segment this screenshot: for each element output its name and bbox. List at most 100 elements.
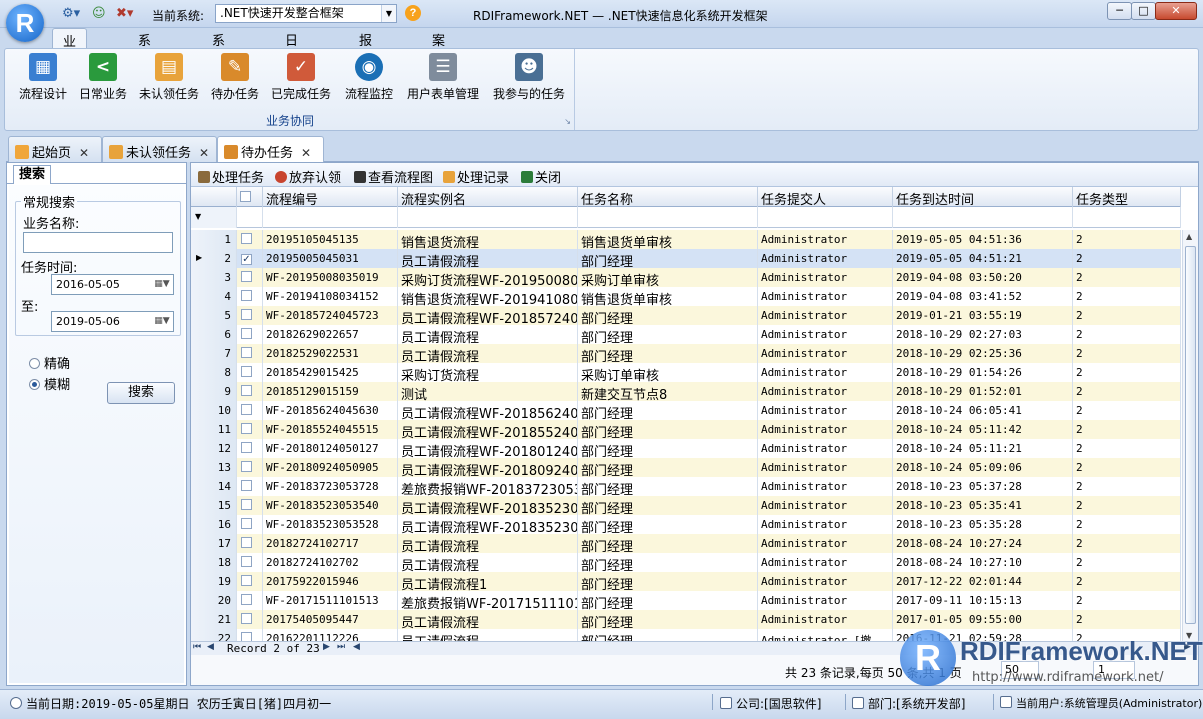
table-row[interactable]: 13 WF-20180924050905 员工请假流程WF-201809240...… [191, 458, 1181, 477]
page-size-select[interactable]: 50 [1001, 661, 1039, 679]
help-icon[interactable]: ? [405, 5, 421, 21]
row-checkbox[interactable] [237, 306, 263, 325]
row-checkbox[interactable] [237, 591, 263, 610]
view-flowchart-button[interactable]: 查看流程图 [354, 167, 433, 186]
row-checkbox[interactable] [237, 382, 263, 401]
table-row[interactable]: 3 WF-20195008035019 采购订货流程WF-201950080... 采… [191, 268, 1181, 287]
row-checkbox[interactable] [237, 439, 263, 458]
menu-tab-daily[interactable]: 日常管理 [275, 28, 308, 106]
tools-icon[interactable]: ✖▾ [116, 6, 133, 21]
table-row[interactable]: 15 WF-20183523053540 员工请假流程WF-201835230...… [191, 496, 1181, 515]
my-tasks-button[interactable]: ☻ 我参与的任务 [489, 51, 569, 107]
column-header[interactable]: 流程实例名 [398, 187, 578, 208]
row-checkbox[interactable] [237, 287, 263, 306]
search-tab[interactable]: 搜索 [13, 165, 51, 184]
prev-record-icon[interactable]: ◀ [207, 642, 214, 652]
menu-tab-cases[interactable]: 案例模块 [422, 28, 455, 106]
tab-start-page[interactable]: 起始页 ✕ [8, 136, 102, 162]
table-row[interactable]: 12 WF-20180124050127 员工请假流程WF-201801240...… [191, 439, 1181, 458]
row-checkbox[interactable]: ✓ [237, 249, 263, 268]
table-row[interactable]: 9 20185129015159 测试 新建交互节点8 Administrator 201… [191, 382, 1181, 401]
page-input[interactable]: 1 [1093, 661, 1135, 679]
table-row[interactable]: 21 20175405095447 员工请假流程 部门经理 Administrator 2… [191, 610, 1181, 629]
current-system-select[interactable]: .NET快速开发整合框架 ▼ [215, 4, 397, 23]
hscroll-left-icon[interactable]: ◀ [353, 642, 360, 652]
date-from-picker[interactable]: 2016-05-05 ▦▼ [51, 274, 174, 295]
daily-business-button[interactable]: < 日常业务 [75, 51, 131, 107]
row-checkbox[interactable] [237, 572, 263, 591]
column-header[interactable]: 任务类型 [1073, 187, 1181, 208]
column-header[interactable]: 任务名称 [578, 187, 758, 208]
table-row[interactable]: 22 20162201112226员工请假流程部门经理Administrator … [191, 629, 1181, 641]
row-checkbox[interactable] [237, 325, 263, 344]
table-row[interactable]: 4 WF-20194108034152 销售退货流程WF-201941080... 销… [191, 287, 1181, 306]
row-checkbox[interactable] [237, 458, 263, 477]
table-row[interactable]: 5 WF-20185724045723 员工请假流程WF-201857240... 部… [191, 306, 1181, 325]
menu-tab-reports[interactable]: 报表中心 [349, 28, 382, 106]
select-all-checkbox[interactable] [237, 187, 263, 207]
row-checkbox[interactable] [237, 401, 263, 420]
user-form-button[interactable]: ☰ 用户表单管理 [403, 51, 483, 107]
calendar-icon[interactable]: ▦▼ [151, 275, 173, 294]
calendar-icon[interactable]: ▦▼ [151, 312, 173, 331]
flow-monitor-button[interactable]: ◉ 流程监控 [341, 51, 397, 107]
menu-tab-system-config[interactable]: 系统配置 [202, 28, 235, 106]
search-button[interactable]: 搜索 [107, 382, 175, 404]
process-record-button[interactable]: 处理记录 [443, 167, 509, 186]
business-name-input[interactable] [23, 232, 173, 253]
last-record-icon[interactable]: ⏭ [337, 642, 345, 652]
tab-unclaimed-tasks[interactable]: 未认领任务 ✕ [102, 136, 217, 162]
row-checkbox[interactable] [237, 610, 263, 629]
app-logo[interactable]: R [6, 4, 44, 42]
row-checkbox[interactable] [237, 268, 263, 287]
table-row[interactable]: 19 20175922015946 员工请假流程1 部门经理 Administrator… [191, 572, 1181, 591]
completed-task-button[interactable]: ✓ 已完成任务 [268, 51, 334, 107]
abandon-claim-button[interactable]: 放弃认领 [275, 167, 341, 186]
table-row[interactable]: 6 20182629022657 员工请假流程 部门经理 Administrator 20… [191, 325, 1181, 344]
row-checkbox[interactable] [237, 629, 263, 641]
column-header[interactable]: 任务到达时间 [893, 187, 1073, 208]
users-icon[interactable]: ☺ [92, 6, 106, 21]
row-checkbox[interactable] [237, 496, 263, 515]
menu-tab-system-management[interactable]: 系统管理 [128, 28, 161, 106]
dialog-launcher-icon[interactable]: ↘ [564, 117, 571, 126]
row-checkbox[interactable] [237, 515, 263, 534]
close-button[interactable]: ✕ [1155, 2, 1197, 20]
table-row[interactable]: 2 ▶ ✓ 20195005045031 员工请假流程 部门经理 Administrator… [191, 249, 1181, 268]
table-row[interactable]: 8 20185429015425 采购订货流程 采购订单审核 Administrator… [191, 363, 1181, 382]
close-tab-icon[interactable]: ✕ [199, 146, 209, 160]
row-checkbox[interactable] [237, 477, 263, 496]
table-row[interactable]: 1 20195105045135 销售退货流程 销售退货单审核 Administrato… [191, 230, 1181, 249]
row-checkbox[interactable] [237, 534, 263, 553]
maximize-button[interactable]: □ [1131, 2, 1156, 20]
table-row[interactable]: 16 WF-20183523053528 员工请假流程WF-201835230...… [191, 515, 1181, 534]
exact-radio[interactable]: 精确 [29, 353, 70, 372]
first-record-icon[interactable]: ⏮ [193, 642, 201, 652]
row-checkbox[interactable] [237, 363, 263, 382]
table-row[interactable]: 18 20182724102702 员工请假流程 部门经理 Administrator 2… [191, 553, 1181, 572]
next-record-icon[interactable]: ▶ [323, 642, 330, 652]
filter-row[interactable]: ▼ [191, 207, 1181, 228]
table-row[interactable]: 10 WF-20185624045630 员工请假流程WF-201856240...… [191, 401, 1181, 420]
close-tab-icon[interactable]: ✕ [301, 146, 311, 160]
column-header[interactable]: 任务提交人 [758, 187, 893, 208]
todo-task-button[interactable]: ✎ 待办任务 [208, 51, 262, 107]
unclaimed-task-button[interactable]: ▤ 未认领任务 [136, 51, 202, 107]
table-row[interactable]: 11 WF-20185524045515 员工请假流程WF-201855240...… [191, 420, 1181, 439]
menu-tab-business[interactable]: 业务协同 [52, 28, 88, 107]
close-tab-icon[interactable]: ✕ [79, 146, 89, 160]
row-checkbox[interactable] [237, 553, 263, 572]
tab-todo-tasks[interactable]: 待办任务 ✕ [217, 136, 324, 163]
date-to-picker[interactable]: 2019-05-06 ▦▼ [51, 311, 174, 332]
table-row[interactable]: 20 WF-20171511101513差旅费报销WF-2017151110151… [191, 591, 1181, 610]
table-row[interactable]: 14 WF-20183723053728差旅费报销WF-2018372305372… [191, 477, 1181, 496]
fuzzy-radio[interactable]: 模糊 [29, 374, 70, 393]
process-task-button[interactable]: 处理任务 [198, 167, 264, 186]
chevron-down-icon[interactable]: ▼ [381, 5, 396, 22]
row-checkbox[interactable] [237, 230, 263, 249]
row-checkbox[interactable] [237, 420, 263, 439]
minimize-button[interactable]: ─ [1107, 2, 1132, 20]
scroll-thumb[interactable] [1185, 246, 1196, 624]
table-row[interactable]: 17 20182724102717 员工请假流程 部门经理 Administrator 2… [191, 534, 1181, 553]
vertical-scrollbar[interactable]: ▲ ▼ [1182, 230, 1198, 641]
